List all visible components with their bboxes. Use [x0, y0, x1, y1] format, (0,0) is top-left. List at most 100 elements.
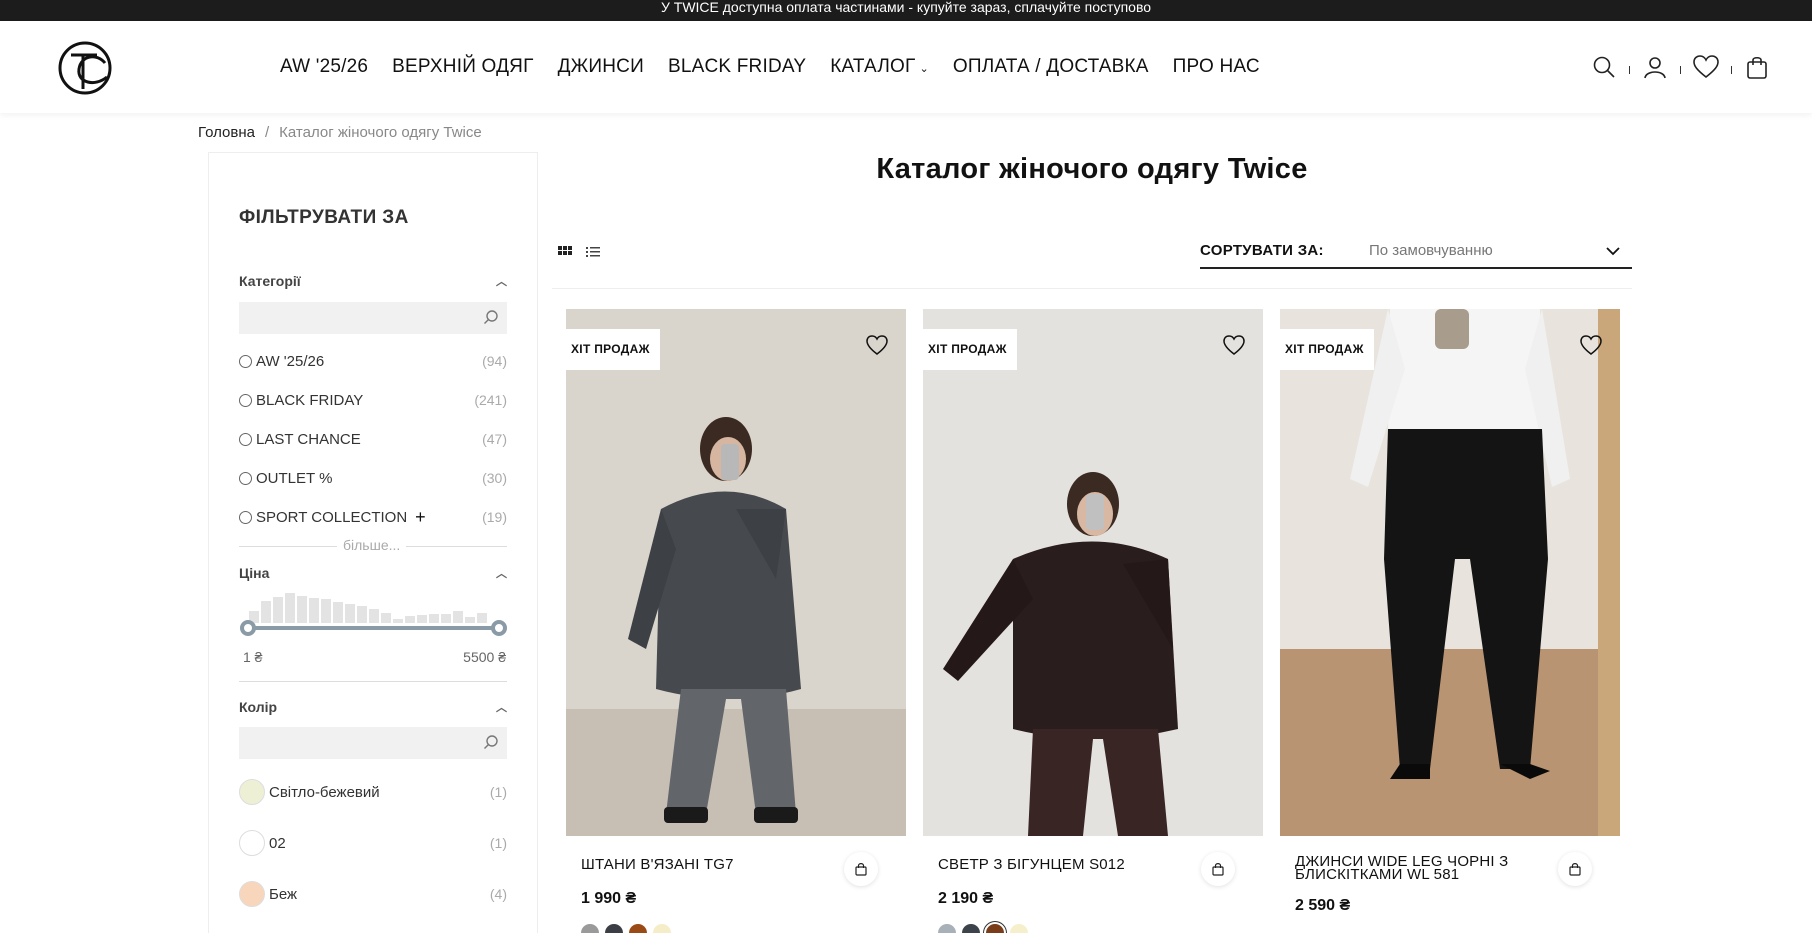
search-icon[interactable]	[483, 309, 499, 325]
color-option[interactable]: Світло-бежевий (1)	[239, 779, 507, 805]
nav-item-aw[interactable]: AW '25/26	[280, 56, 368, 78]
color-swatch[interactable]	[239, 779, 265, 805]
radio-button[interactable]	[239, 510, 252, 524]
color-swatch[interactable]	[605, 924, 623, 933]
logo-icon	[58, 41, 112, 95]
nav-label: КАТАЛОГ	[830, 56, 916, 77]
category-label: OUTLET %	[256, 469, 333, 487]
color-swatch[interactable]	[962, 924, 980, 933]
breadcrumb-home-link[interactable]: Головна	[198, 124, 255, 141]
divider	[1680, 66, 1681, 74]
show-more-link[interactable]: більше...	[337, 537, 407, 553]
color-swatch[interactable]	[629, 924, 647, 933]
nav-item-about[interactable]: ПРО НАС	[1173, 56, 1260, 78]
list-view-icon[interactable]	[585, 244, 601, 260]
add-to-cart-button[interactable]	[1201, 852, 1235, 886]
product-price: 1 990 ₴	[581, 890, 637, 907]
radio-button[interactable]	[239, 393, 252, 407]
search-icon[interactable]	[483, 734, 499, 750]
category-option[interactable]: SPORT COLLECTION + (19)	[239, 507, 507, 527]
grid-view-icon[interactable]	[557, 244, 573, 260]
bag-icon	[1212, 863, 1224, 876]
product-image[interactable]: ХІТ ПРОДАЖ	[1280, 309, 1620, 836]
search-icon	[1593, 56, 1615, 78]
chevron-down-icon[interactable]	[1605, 243, 1621, 259]
category-count: (94)	[482, 353, 507, 369]
category-label: LAST CHANCE	[256, 430, 361, 448]
nav-label: BLACK FRIDAY	[667, 56, 807, 77]
product-price: 2 590 ₴	[1295, 897, 1351, 914]
product-image[interactable]: ХІТ ПРОДАЖ	[923, 309, 1263, 836]
color-swatch[interactable]	[239, 830, 265, 856]
divider	[1731, 66, 1732, 74]
chevron-up-icon[interactable]: ︿	[496, 273, 507, 289]
heart-icon[interactable]	[866, 334, 888, 356]
nav-label: ОПЛАТА / ДОСТАВКА	[952, 56, 1149, 77]
filter-section-color[interactable]: Колір ︿	[239, 699, 507, 715]
radio-button[interactable]	[239, 432, 252, 446]
wishlist-button[interactable]	[1693, 54, 1719, 80]
price-max-handle[interactable]	[491, 620, 507, 636]
filter-section-categories[interactable]: Категорії ︿	[239, 273, 507, 289]
expand-plus-icon[interactable]: +	[415, 507, 426, 528]
chevron-up-icon[interactable]: ︿	[496, 699, 507, 715]
category-option[interactable]: LAST CHANCE (47)	[239, 429, 507, 449]
nav-label: AW '25/26	[280, 56, 369, 77]
product-name[interactable]: ДЖИНСИ WIDE LEG ЧОРНІ З БЛИСКІТКАМИ WL 5…	[1295, 854, 1525, 882]
price-histogram	[249, 593, 487, 623]
bag-icon	[1569, 863, 1581, 876]
announcement-bar: У TWICE доступна оплата частинами - купу…	[0, 0, 1812, 21]
site-header: AW '25/26 ВЕРХНІЙ ОДЯГ ДЖИНСИ BLACK FRID…	[0, 21, 1812, 113]
nav-item-black-friday[interactable]: BLACK FRIDAY	[668, 56, 806, 78]
nav-item-jeans[interactable]: ДЖИНСИ	[558, 56, 644, 78]
category-count: (241)	[474, 392, 507, 408]
price-slider-track[interactable]	[247, 626, 499, 630]
heart-icon[interactable]	[1580, 334, 1602, 356]
color-swatch[interactable]	[938, 924, 956, 933]
sort-dropdown[interactable]: По замовчуванню	[1369, 242, 1631, 259]
color-swatch[interactable]	[581, 924, 599, 933]
category-option[interactable]: OUTLET % (30)	[239, 468, 507, 488]
add-to-cart-button[interactable]	[1558, 852, 1592, 886]
price-min-value: 1 ₴	[243, 649, 263, 665]
heart-icon[interactable]	[1223, 334, 1245, 356]
radio-button[interactable]	[239, 354, 252, 368]
category-option[interactable]: BLACK FRIDAY (241)	[239, 390, 507, 410]
chevron-down-icon: ⌄	[919, 63, 929, 75]
cart-button[interactable]	[1744, 54, 1770, 80]
bag-icon	[1747, 56, 1767, 79]
bestseller-badge: ХІТ ПРОДАЖ	[923, 329, 1017, 370]
search-button[interactable]	[1591, 54, 1617, 80]
nav-item-payment-delivery[interactable]: ОПЛАТА / ДОСТАВКА	[953, 56, 1149, 78]
chevron-up-icon[interactable]: ︿	[496, 565, 507, 581]
color-swatch-selected[interactable]	[986, 924, 1004, 933]
product-name[interactable]: СВЕТР З БІГУНЦЕМ S012	[938, 857, 1198, 872]
category-search-input[interactable]	[239, 302, 469, 334]
section-label: Категорії	[239, 273, 301, 289]
color-swatch[interactable]	[239, 881, 265, 907]
product-name[interactable]: ШТАНИ В'ЯЗАНІ TG7	[581, 857, 841, 872]
product-photo	[566, 309, 906, 836]
color-option[interactable]: 02 (1)	[239, 830, 507, 856]
radio-button[interactable]	[239, 471, 252, 485]
color-search-input[interactable]	[239, 727, 469, 759]
account-button[interactable]	[1642, 54, 1668, 80]
section-label: Колір	[239, 699, 278, 715]
nav-item-catalog[interactable]: КАТАЛОГ ⌄	[830, 56, 929, 78]
category-option[interactable]: AW '25/26 (94)	[239, 351, 507, 371]
color-count: (4)	[489, 886, 507, 902]
add-to-cart-button[interactable]	[844, 852, 878, 886]
color-swatch[interactable]	[653, 924, 671, 933]
color-swatch[interactable]	[1010, 924, 1028, 933]
filter-section-price[interactable]: Ціна ︿	[239, 565, 507, 581]
color-label: 02	[269, 834, 286, 852]
category-label: SPORT COLLECTION	[256, 508, 408, 526]
brand-logo[interactable]	[57, 41, 114, 96]
page-title: Каталог жіночого одягу Twice	[876, 153, 1308, 185]
product-image[interactable]: ХІТ ПРОДАЖ	[566, 309, 906, 836]
nav-item-outerwear[interactable]: ВЕРХНІЙ ОДЯГ	[392, 56, 533, 78]
color-option[interactable]: Беж (4)	[239, 881, 507, 907]
divider	[552, 288, 1632, 289]
color-label: Беж	[269, 885, 298, 903]
price-min-handle[interactable]	[240, 620, 256, 636]
